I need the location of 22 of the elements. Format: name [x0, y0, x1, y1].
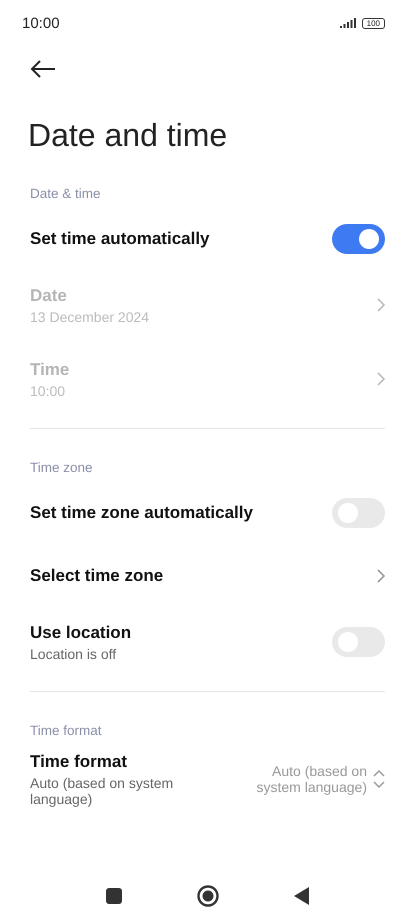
chevron-right-icon — [377, 568, 385, 582]
setting-row[interactable]: Select time zone — [0, 548, 415, 603]
status-time: 10:00 — [22, 14, 60, 32]
page-title: Date and time — [28, 116, 228, 155]
square-icon[interactable] — [106, 888, 122, 904]
back-triangle-icon[interactable] — [294, 887, 309, 905]
section-header: Date & time — [29, 185, 102, 203]
chevron-right-icon — [377, 372, 385, 386]
battery-level: 100 — [362, 18, 385, 28]
selected-value: Auto (based on system language) — [255, 763, 367, 795]
section-header: Time format — [29, 722, 103, 740]
signal-icon — [340, 18, 356, 28]
back-arrow-icon — [30, 60, 56, 78]
setting-row[interactable]: Set time automatically — [0, 211, 415, 266]
up-down-chevron-icon — [373, 769, 385, 789]
toggle-switch[interactable] — [332, 224, 385, 254]
setting-row[interactable]: Use location Location is off — [0, 607, 415, 677]
home-circle-icon[interactable] — [197, 885, 219, 907]
chevron-right-icon — [377, 298, 385, 312]
section-header: Time zone — [29, 459, 94, 477]
setting-row[interactable]: Time format Auto (based on system language) Auto (based on system language) — [0, 744, 415, 814]
setting-row[interactable]: Set time zone automatically — [0, 485, 415, 540]
